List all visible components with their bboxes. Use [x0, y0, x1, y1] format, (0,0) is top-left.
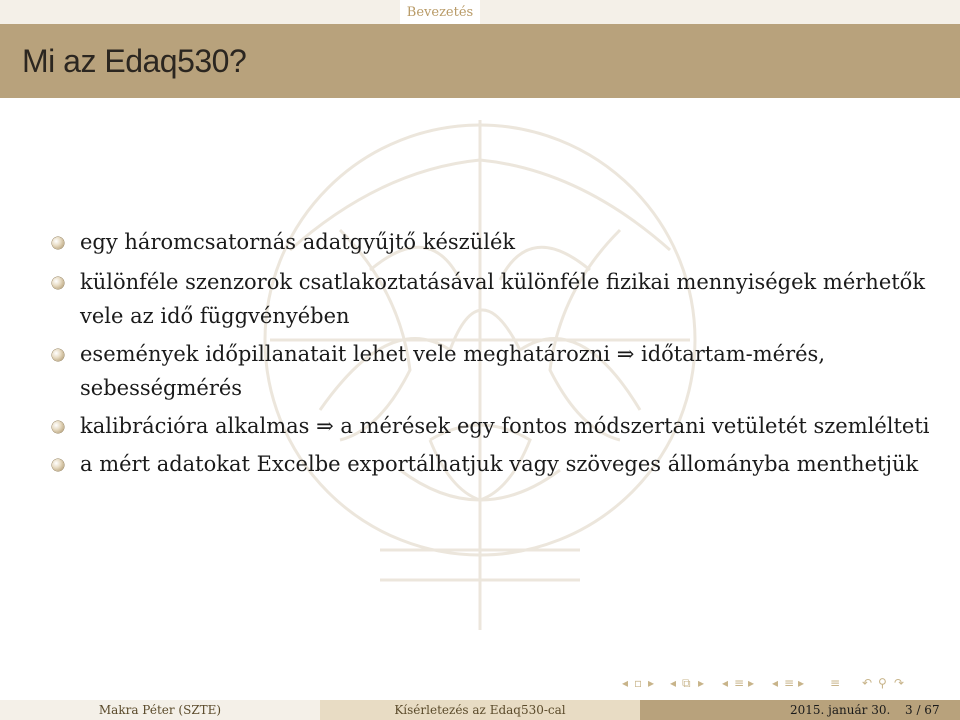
- nav-subsection-icon[interactable]: ⧉: [682, 676, 691, 691]
- nav-back-icon[interactable]: ↶: [862, 676, 872, 690]
- nav-next-section-icon[interactable]: ▸: [748, 676, 754, 690]
- navigation-symbols: ◂ ▫ ▸ ◂ ⧉ ▸ ◂ ≡ ▸ ◂ ≡ ▸ ≡ ↶ ⚲ ↷: [622, 676, 942, 694]
- header-bar: Bevezetés: [0, 0, 960, 24]
- footer-date: 2015. január 30.: [790, 703, 891, 717]
- nav-forward-icon[interactable]: ↷: [894, 676, 904, 690]
- bullet-icon: [52, 459, 64, 471]
- section-tab[interactable]: Bevezetés: [400, 0, 480, 24]
- nav-section-icon[interactable]: ≡: [734, 676, 744, 690]
- list-item: egy háromcsatornás adatgyűjtő készülék: [52, 225, 942, 259]
- footer-author: Makra Péter (SZTE): [0, 700, 320, 720]
- footer-page-number: 3 / 67: [905, 703, 940, 717]
- footer-title: Kísérletezés az Edaq530-cal: [320, 700, 640, 720]
- nav-next-subsection-icon[interactable]: ▸: [698, 676, 704, 690]
- list-item-text: kalibrációra alkalmas ⇒ a mérések egy fo…: [80, 414, 930, 438]
- nav-prev-subsection-icon[interactable]: ◂: [670, 676, 676, 690]
- frame-title: Mi az Edaq530?: [22, 43, 247, 79]
- nav-prev-document-icon[interactable]: ◂: [772, 676, 778, 690]
- list-item: a mért adatokat Excelbe exportálhatjuk v…: [52, 447, 942, 481]
- bullet-icon: [52, 277, 64, 289]
- list-item-text: események időpillanatait lehet vele megh…: [80, 342, 826, 400]
- list-item: kalibrációra alkalmas ⇒ a mérések egy fo…: [52, 409, 942, 443]
- nav-next-document-icon[interactable]: ▸: [798, 676, 804, 690]
- list-item-text: különféle szenzorok csatlakoztatásával k…: [80, 270, 926, 328]
- nav-frame-icon[interactable]: ▫: [634, 676, 642, 690]
- nav-next-frame-icon[interactable]: ▸: [648, 676, 654, 690]
- bullet-list: egy háromcsatornás adatgyűjtő készülék k…: [52, 225, 942, 481]
- list-item: események időpillanatait lehet vele megh…: [52, 337, 942, 405]
- bullet-icon: [52, 421, 64, 433]
- nav-prev-section-icon[interactable]: ◂: [722, 676, 728, 690]
- nav-document-icon[interactable]: ≡: [784, 676, 794, 690]
- footer-info: 2015. január 30. 3 / 67: [640, 700, 960, 720]
- list-item: különféle szenzorok csatlakoztatásával k…: [52, 265, 942, 333]
- nav-search-icon[interactable]: ⚲: [878, 676, 887, 690]
- bullet-icon: [52, 237, 64, 249]
- nav-prev-frame-icon[interactable]: ◂: [622, 676, 628, 690]
- list-item-text: egy háromcsatornás adatgyűjtő készülék: [80, 230, 516, 254]
- nav-align-icon[interactable]: ≡: [830, 676, 840, 690]
- bullet-icon: [52, 349, 64, 361]
- list-item-text: a mért adatokat Excelbe exportálhatjuk v…: [80, 452, 919, 476]
- footer: Makra Péter (SZTE) Kísérletezés az Edaq5…: [0, 700, 960, 720]
